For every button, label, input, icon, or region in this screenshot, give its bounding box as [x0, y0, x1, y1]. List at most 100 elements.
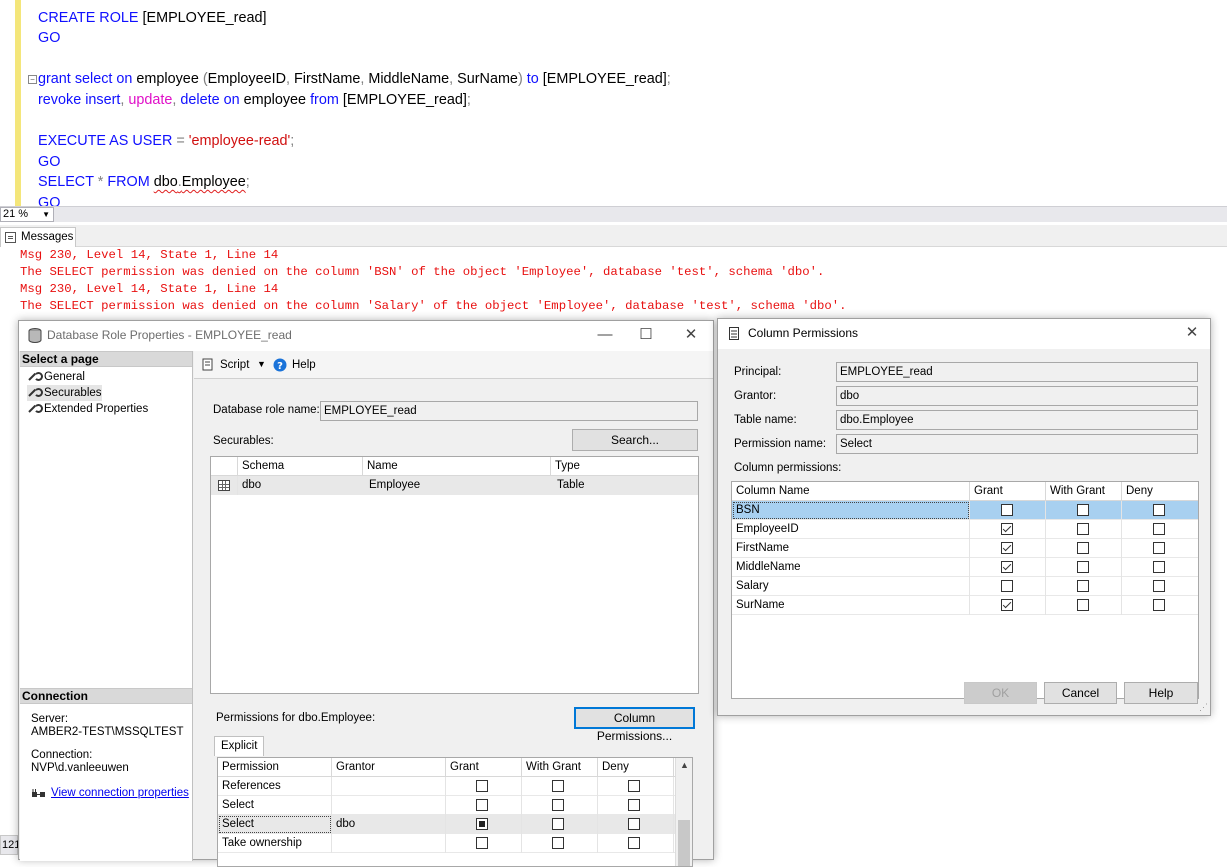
code-token: from [310, 92, 339, 108]
permission-row[interactable]: References [218, 777, 692, 796]
with-grant-checkbox[interactable] [1077, 542, 1089, 554]
script-dropdown-icon[interactable]: ▼ [257, 359, 266, 369]
column-permissions-dialog: Column Permissions ✕ Principal: EMPLOYEE… [717, 318, 1211, 716]
deny-checkbox[interactable] [1153, 580, 1165, 592]
zoom-dropdown[interactable]: 21 % ▼ [0, 207, 54, 222]
grant-checkbox[interactable] [1001, 580, 1013, 592]
principal-field[interactable]: EMPLOYEE_read [836, 362, 1198, 382]
header-grant[interactable]: Grant [446, 758, 522, 777]
column-row[interactable]: MiddleName [732, 558, 1198, 577]
search-button[interactable]: Search... [572, 429, 698, 451]
code-token: employee [239, 92, 311, 108]
column-row[interactable]: Salary [732, 577, 1198, 596]
permission-name-field[interactable]: Select [836, 434, 1198, 454]
grant-checkbox[interactable] [476, 780, 488, 792]
maximize-button[interactable]: ☐ [632, 325, 660, 347]
tab-messages[interactable]: Messages [0, 227, 76, 247]
grant-checkbox[interactable] [1001, 504, 1013, 516]
help-button[interactable]: Help [1124, 682, 1198, 704]
tab-explicit[interactable]: Explicit [214, 736, 265, 756]
deny-cell [1122, 558, 1198, 577]
header-deny[interactable]: Deny [598, 758, 674, 777]
grantor-field[interactable]: dbo [836, 386, 1198, 406]
grant-checkbox[interactable] [1001, 599, 1013, 611]
column-name-cell: BSN [732, 501, 970, 520]
minimize-button[interactable]: — [591, 325, 619, 347]
editor-statusbar: 21 % ▼ [0, 206, 1227, 222]
scrollbar-thumb[interactable] [678, 820, 690, 866]
script-button[interactable]: Script [220, 359, 249, 371]
grid-header: Schema Name Type [211, 457, 698, 476]
column-row[interactable]: FirstName [732, 539, 1198, 558]
deny-cell [598, 815, 674, 834]
table-row[interactable]: dbo Employee Table [211, 476, 698, 495]
with-grant-checkbox[interactable] [1077, 599, 1089, 611]
deny-checkbox[interactable] [1153, 561, 1165, 573]
deny-checkbox[interactable] [1153, 542, 1165, 554]
ok-button[interactable]: OK [964, 682, 1037, 704]
deny-checkbox[interactable] [1153, 504, 1165, 516]
with-grant-checkbox[interactable] [552, 780, 564, 792]
with-grant-checkbox[interactable] [552, 837, 564, 849]
scroll-up-icon[interactable]: ▲ [680, 760, 689, 770]
server-label: Server: [31, 713, 69, 725]
header-grantor[interactable]: Grantor [332, 758, 446, 777]
with-grant-checkbox[interactable] [552, 818, 564, 830]
page-general[interactable]: General [27, 369, 85, 385]
deny-checkbox[interactable] [628, 780, 640, 792]
header-schema[interactable]: Schema [238, 457, 363, 476]
column-permissions-button[interactable]: Column Permissions... [574, 707, 695, 743]
header-column-name[interactable]: Column Name [732, 482, 970, 501]
message-line: Msg 230, Level 14, State 1, Line 14 [20, 248, 279, 262]
code-token: on [116, 71, 133, 87]
resize-grip-icon[interactable]: ⋰ [1199, 702, 1208, 713]
permission-row-selected[interactable]: Select dbo [218, 815, 692, 834]
deny-checkbox[interactable] [628, 799, 640, 811]
page-extended-properties[interactable]: Extended Properties [27, 401, 148, 417]
with-grant-checkbox[interactable] [1077, 561, 1089, 573]
with-grant-checkbox[interactable] [1077, 523, 1089, 535]
with-grant-checkbox[interactable] [1077, 504, 1089, 516]
view-connection-properties-link[interactable]: View connection properties [51, 787, 189, 799]
close-button[interactable]: ✕ [677, 325, 705, 347]
help-button[interactable]: Help [292, 359, 316, 371]
page-securables[interactable]: Securables [27, 385, 102, 401]
cancel-button[interactable]: Cancel [1044, 682, 1117, 704]
table-name-field[interactable]: dbo.Employee [836, 410, 1198, 430]
collapse-region-icon[interactable]: − [28, 75, 37, 84]
header-with-grant[interactable]: With Grant [1046, 482, 1122, 501]
header-type[interactable]: Type [551, 457, 698, 476]
editor-gutter [0, 0, 14, 206]
header-name[interactable]: Name [363, 457, 551, 476]
sql-editor[interactable]: CREATE ROLE [EMPLOYEE_read] GO − grant s… [0, 0, 1227, 206]
deny-checkbox[interactable] [628, 818, 640, 830]
deny-cell [598, 796, 674, 815]
header-with-grant[interactable]: With Grant [522, 758, 598, 777]
header-permission[interactable]: Permission [218, 758, 332, 777]
with-grant-checkbox[interactable] [552, 799, 564, 811]
deny-checkbox[interactable] [628, 837, 640, 849]
type-cell: Table [557, 479, 585, 491]
column-permissions-grid: Column Name Grant With Grant Deny BSN Em… [731, 481, 1199, 699]
deny-checkbox[interactable] [1153, 523, 1165, 535]
permission-row[interactable]: Take ownership [218, 834, 692, 853]
with-grant-checkbox[interactable] [1077, 580, 1089, 592]
wrench-icon [29, 388, 43, 398]
column-row-selected[interactable]: BSN [732, 501, 1198, 520]
header-deny[interactable]: Deny [1122, 482, 1198, 501]
close-button[interactable]: ✕ [1178, 323, 1206, 345]
grant-checkbox[interactable] [1001, 523, 1013, 535]
column-row[interactable]: EmployeeID [732, 520, 1198, 539]
grant-checkbox[interactable] [476, 818, 488, 830]
permissions-scrollbar[interactable]: ▲ [675, 758, 692, 866]
grant-checkbox[interactable] [1001, 542, 1013, 554]
grant-checkbox[interactable] [1001, 561, 1013, 573]
role-name-field[interactable]: EMPLOYEE_read [320, 401, 698, 421]
column-row[interactable]: SurName [732, 596, 1198, 615]
code-token: EmployeeID [207, 71, 287, 87]
grant-checkbox[interactable] [476, 799, 488, 811]
deny-checkbox[interactable] [1153, 599, 1165, 611]
grant-checkbox[interactable] [476, 837, 488, 849]
header-grant[interactable]: Grant [970, 482, 1046, 501]
permission-row[interactable]: Select [218, 796, 692, 815]
